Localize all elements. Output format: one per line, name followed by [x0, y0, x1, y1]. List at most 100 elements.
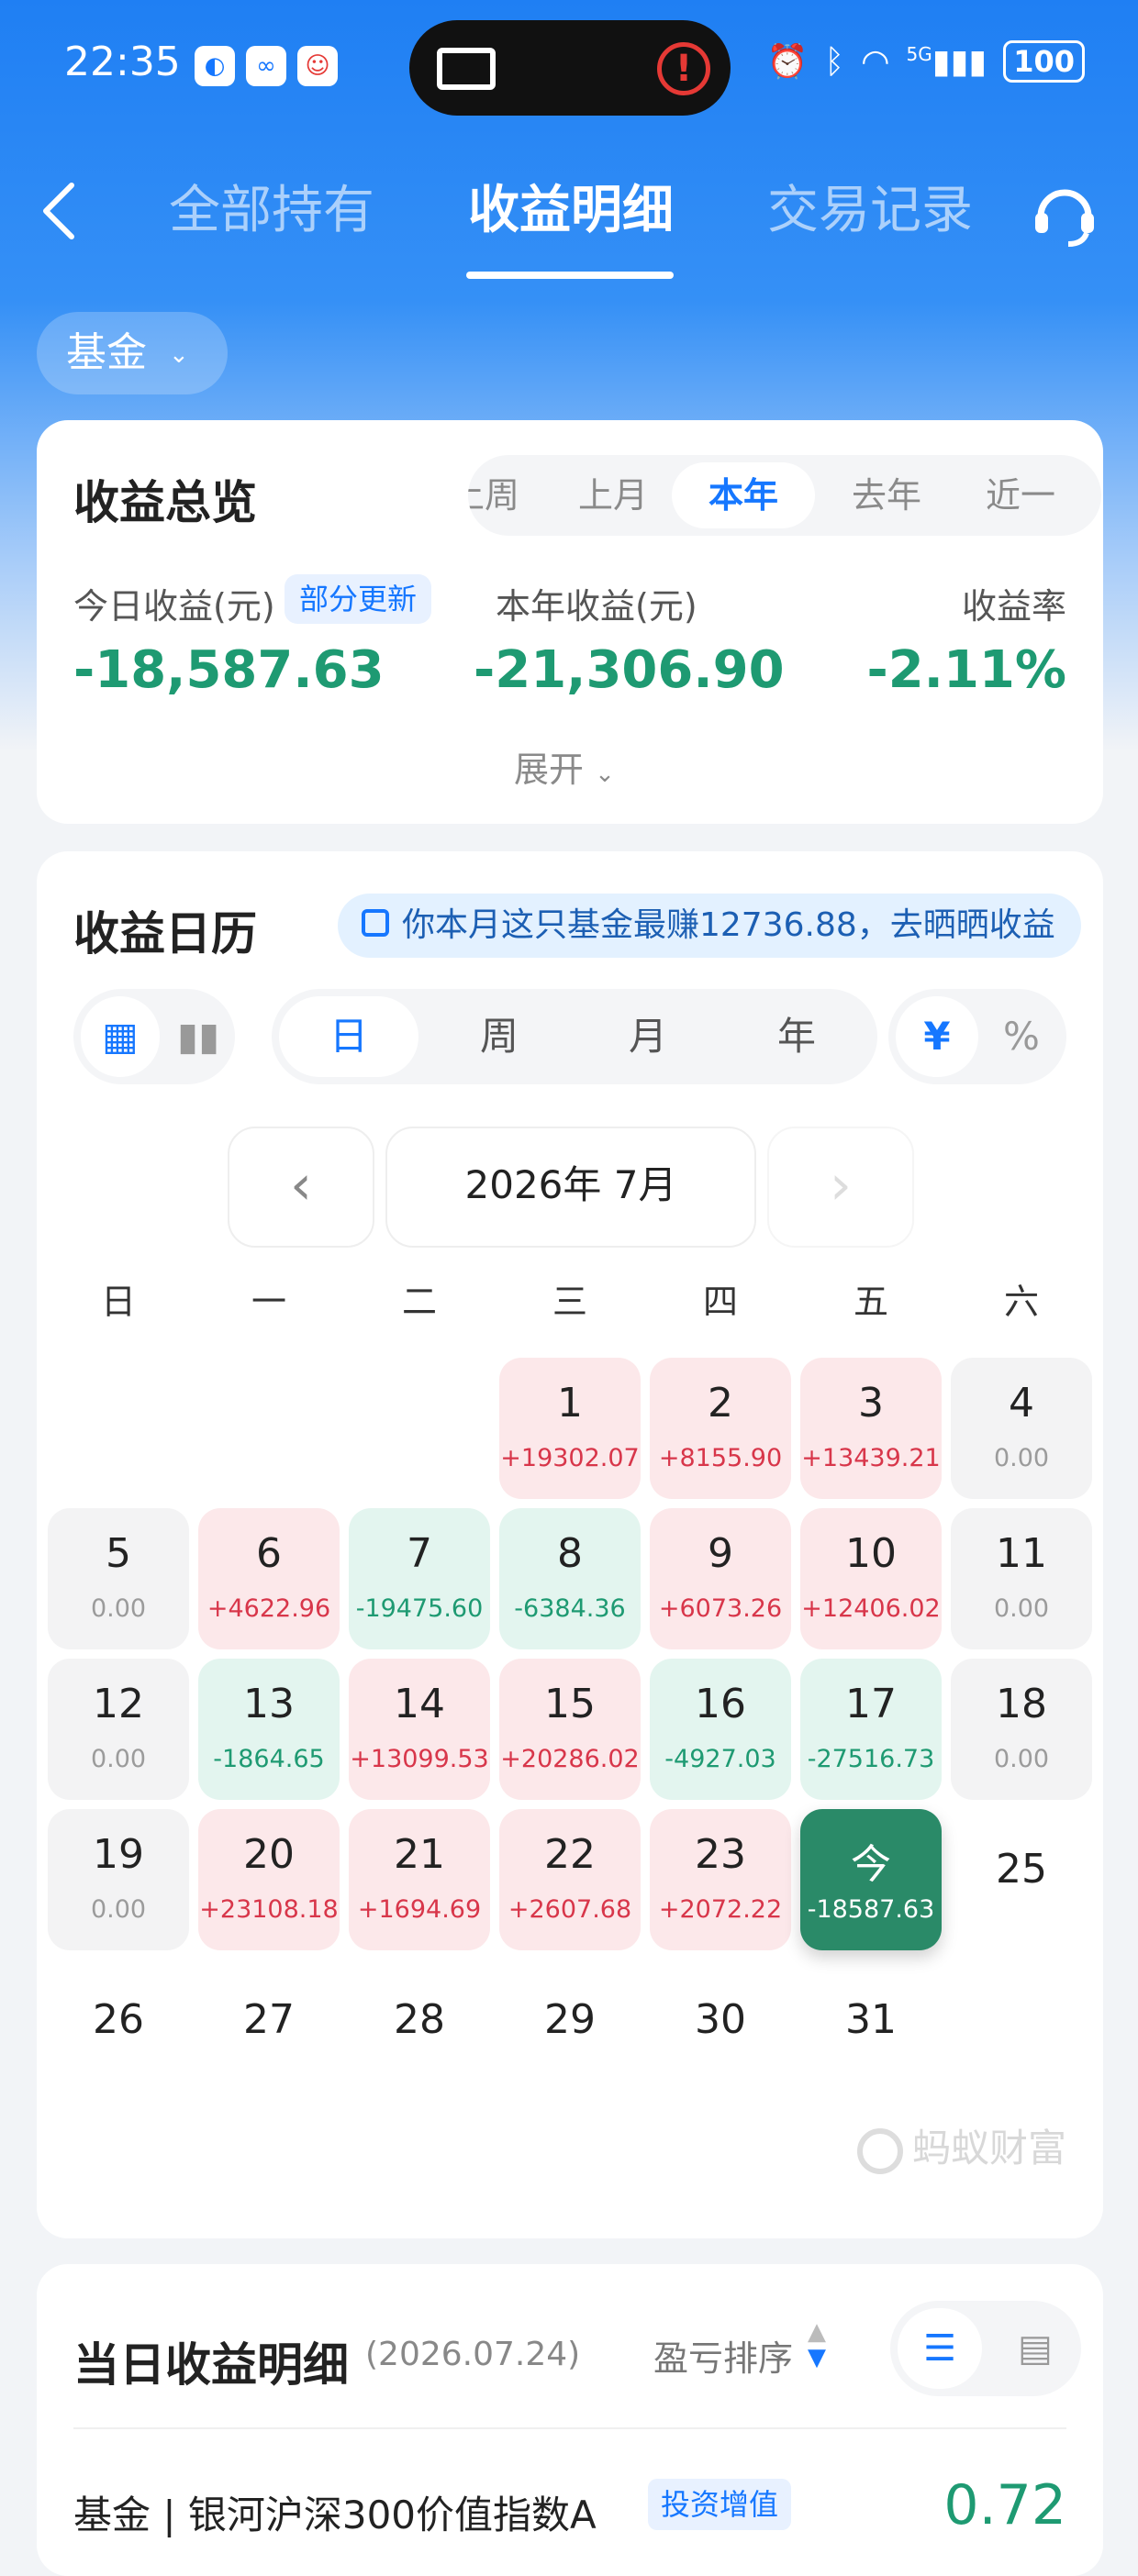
calendar-day-cell[interactable]: 16 -4927.03 — [650, 1659, 791, 1800]
sort-button[interactable]: 盈亏排序 — [653, 2330, 793, 2381]
calendar-day-cell[interactable]: 22 +2607.68 — [499, 1809, 641, 1950]
chevron-down-icon: ⌄ — [595, 761, 615, 788]
customer-service-icon[interactable] — [1028, 176, 1101, 250]
day-income-value: -4927.03 — [664, 1745, 776, 1773]
calendar-view-icon[interactable]: ▦ — [81, 996, 160, 1077]
day-number: 28 — [394, 1996, 445, 2043]
watermark-text: 蚂蚁财富 — [911, 2126, 1066, 2171]
calendar-day-cell[interactable]: 21 +1694.69 — [349, 1809, 490, 1950]
fund-daily-value: 0.72 — [943, 2473, 1066, 2537]
unit-yuan[interactable]: ¥ — [896, 996, 978, 1077]
calendar-day-cell[interactable]: 9 +6073.26 — [650, 1508, 791, 1649]
day-number: 10 — [845, 1530, 897, 1577]
expand-button[interactable]: 展开 ⌄ — [514, 741, 615, 792]
card-view-icon[interactable]: ▤ — [993, 2308, 1077, 2389]
view-day[interactable]: 日 — [279, 996, 418, 1077]
day-income-value: +6073.26 — [658, 1594, 783, 1623]
calendar-day-cell[interactable]: 26 — [48, 1960, 189, 2101]
calendar-day-cell[interactable]: 13 -1864.65 — [198, 1659, 340, 1800]
calendar-day-cell[interactable]: 28 — [349, 1960, 490, 2101]
chart-type-toggle: ▦ ▮▮ — [73, 989, 235, 1084]
view-year[interactable]: 年 — [727, 989, 866, 1084]
tab-transactions[interactable]: 交易记录 — [767, 174, 973, 248]
battery-icon: 100 — [1003, 40, 1085, 83]
status-time: 22:35 — [64, 39, 181, 85]
calendar-card: 收益日历 你本月这只基金最赚12736.88，去晒晒收益 ▦ ▮▮ 日 周 月 … — [37, 851, 1103, 2238]
day-income-value: -27516.73 — [807, 1745, 935, 1773]
calendar-day-cell[interactable]: 25 — [951, 1809, 1092, 1950]
sort-label: 盈亏排序 — [653, 2338, 794, 2379]
share-icon — [362, 909, 389, 937]
calendar-day-cell[interactable]: 18 0.00 — [951, 1659, 1092, 1800]
day-number: 23 — [695, 1831, 746, 1878]
day-number: 7 — [407, 1530, 432, 1577]
calendar-day-cell[interactable]: 2 +8155.90 — [650, 1358, 791, 1499]
detail-view-toggle: ☰ ▤ — [890, 2301, 1081, 2396]
day-income-value: +13099.53 — [350, 1745, 489, 1773]
calendar-day-cell[interactable]: 27 — [198, 1960, 340, 2101]
calendar-day-cell[interactable]: 11 0.00 — [951, 1508, 1092, 1649]
view-month[interactable]: 月 — [578, 989, 718, 1084]
day-number: 30 — [695, 1996, 746, 2043]
tab-income-details[interactable]: 收益明细 — [468, 174, 674, 248]
tab-all-holdings[interactable]: 全部持有 — [169, 174, 374, 248]
calendar-day-cell[interactable]: 6 +4622.96 — [198, 1508, 340, 1649]
sort-arrows-icon[interactable]: ▲ ▼ — [808, 2319, 826, 2371]
calendar-day-cell[interactable]: 15 +20286.02 — [499, 1659, 641, 1800]
period-option-recent[interactable]: 近一 — [962, 455, 1101, 536]
day-income-value: -1864.65 — [213, 1745, 325, 1773]
partial-update-badge[interactable]: 部分更新 — [284, 574, 432, 624]
bar-chart-icon[interactable]: ▮▮ — [162, 989, 235, 1084]
back-button[interactable] — [37, 174, 83, 262]
granularity-selector: 日 周 月 年 — [272, 989, 877, 1084]
calendar-day-cell[interactable]: 8 -6384.36 — [499, 1508, 641, 1649]
view-week[interactable]: 周 — [430, 989, 569, 1084]
calendar-title: 收益日历 — [73, 907, 257, 960]
calendar-day-cell[interactable]: 14 +13099.53 — [349, 1659, 490, 1800]
calendar-day-today[interactable]: 今 -18587.63 — [800, 1809, 942, 1950]
period-option-last-month[interactable]: 上月 — [549, 455, 677, 536]
calendar-day-cell[interactable]: 23 +2072.22 — [650, 1809, 791, 1950]
period-option-this-year[interactable]: 本年 — [672, 462, 815, 528]
weekday-label: 五 — [853, 1282, 888, 1322]
card-shield-icon — [437, 48, 496, 90]
prev-month-button[interactable]: ‹ — [228, 1127, 374, 1248]
calendar-day-cell[interactable]: 29 — [499, 1960, 641, 2101]
weekday-label: 日 — [100, 1282, 136, 1322]
fund-name[interactable]: 基金 | 银河沪深300价值指数A — [73, 2484, 597, 2540]
day-number: 12 — [93, 1681, 144, 1727]
day-number: 29 — [544, 1996, 596, 2043]
calendar-day-cell[interactable]: 17 -27516.73 — [800, 1659, 942, 1800]
calendar-day-cell[interactable]: 1 +19302.07 — [499, 1358, 641, 1499]
day-income-value: +2607.68 — [508, 1895, 632, 1924]
list-view-icon[interactable]: ☰ — [898, 2308, 982, 2389]
weekday-label: 四 — [702, 1282, 738, 1322]
calendar-day-cell[interactable]: 12 0.00 — [48, 1659, 189, 1800]
alert-icon: ! — [657, 42, 710, 95]
calendar-day-cell[interactable]: 20 +23108.18 — [198, 1809, 340, 1950]
calendar-day-cell[interactable]: 7 -19475.60 — [349, 1508, 490, 1649]
calendar-day-cell[interactable]: 10 +12406.02 — [800, 1508, 942, 1649]
overview-title: 收益总览 — [73, 476, 257, 529]
calendar-day-cell[interactable]: 5 0.00 — [48, 1508, 189, 1649]
day-number: 20 — [243, 1831, 295, 1878]
day-income-value: +12406.02 — [801, 1594, 941, 1623]
fund-tag: 投资增值 — [648, 2479, 792, 2530]
status-bar: 22:35 ◐ ∞ ☺ ! ⏰ ᛒ ◠ 5G▮▮▮ 100 — [0, 0, 1138, 138]
share-earnings-banner[interactable]: 你本月这只基金最赚12736.88，去晒晒收益 — [338, 894, 1081, 958]
day-number: 6 — [256, 1530, 282, 1577]
detail-date: (2026.07.24) — [365, 2336, 581, 2373]
next-month-button[interactable]: › — [767, 1127, 914, 1248]
calendar-day-cell[interactable]: 19 0.00 — [48, 1809, 189, 1950]
unit-percent[interactable]: % — [980, 989, 1063, 1084]
period-option-last-year[interactable]: 去年 — [822, 455, 951, 536]
day-number: 16 — [695, 1681, 746, 1727]
period-option-last-week[interactable]: 上周 — [468, 455, 549, 536]
calendar-day-cell[interactable]: 30 — [650, 1960, 791, 2101]
year-income-value: -21,306.90 — [474, 640, 785, 700]
day-number: 13 — [243, 1681, 295, 1727]
calendar-day-cell[interactable]: 31 — [800, 1960, 942, 2101]
calendar-day-cell[interactable]: 3 +13439.21 — [800, 1358, 942, 1499]
asset-filter-dropdown[interactable]: 基金 ⌄ — [37, 312, 228, 394]
calendar-day-cell[interactable]: 4 0.00 — [951, 1358, 1092, 1499]
